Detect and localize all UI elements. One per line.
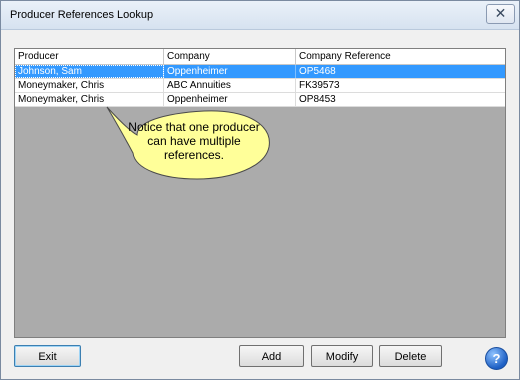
column-header-producer[interactable]: Producer: [15, 49, 164, 64]
cell-company: Oppenheimer: [164, 65, 296, 78]
delete-button[interactable]: Delete: [379, 345, 442, 367]
table-row[interactable]: Moneymaker, Chris ABC Annuities FK39573: [15, 79, 505, 93]
cell-company-reference: OP5468: [299, 66, 336, 77]
cell-company-reference: OP8453: [299, 94, 336, 105]
modify-button[interactable]: Modify: [311, 345, 373, 367]
column-header-company-reference[interactable]: Company Reference: [296, 49, 505, 64]
callout-text: Notice that one producer can have multip…: [128, 120, 260, 162]
title-bar[interactable]: Producer References Lookup ✕: [1, 1, 519, 30]
help-icon: ?: [492, 351, 501, 366]
column-header-company[interactable]: Company: [164, 49, 296, 64]
cell-company-reference: FK39573: [299, 80, 340, 91]
references-grid[interactable]: Producer Company Company Reference Johns…: [14, 48, 506, 338]
exit-button[interactable]: Exit: [14, 345, 81, 367]
cell-company: ABC Annuities: [164, 79, 296, 92]
table-row[interactable]: Johnson, Sam Oppenheimer OP5468: [15, 65, 505, 79]
grid-header: Producer Company Company Reference: [15, 49, 505, 65]
close-icon: ✕: [494, 5, 507, 21]
cell-producer: Johnson, Sam: [15, 65, 164, 78]
add-button[interactable]: Add: [239, 345, 304, 367]
producer-references-window: Producer References Lookup ✕ Producer Co…: [0, 0, 520, 380]
close-button[interactable]: ✕: [486, 4, 515, 24]
cell-producer: Moneymaker, Chris: [15, 79, 164, 92]
help-button[interactable]: ?: [485, 347, 508, 370]
window-title: Producer References Lookup: [10, 9, 154, 21]
